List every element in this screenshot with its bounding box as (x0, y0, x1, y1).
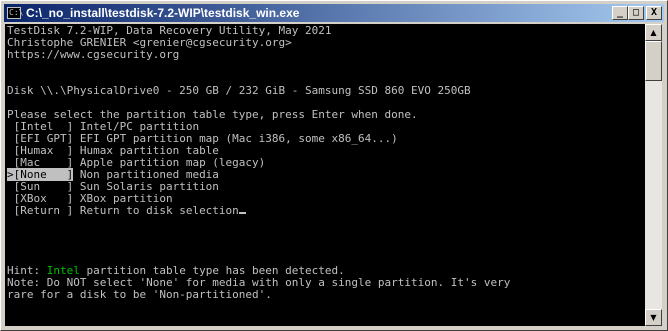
close-button[interactable]: X (646, 6, 662, 20)
minimize-button[interactable]: _ (612, 6, 628, 20)
window-title: C:\_no_install\testdisk-7.2-WIP\testdisk… (26, 6, 300, 20)
text-cursor (238, 212, 246, 214)
console-window: C:\ C:\_no_install\testdisk-7.2-WIP\test… (0, 0, 668, 331)
option-return[interactable]: [Return ] Return to disk selection (7, 205, 645, 217)
maximize-button[interactable]: □ (628, 6, 644, 20)
option-key: [Return ] (7, 204, 74, 217)
disk-info: Disk \\.\PhysicalDrive0 - 250 GB / 232 G… (7, 84, 471, 97)
scroll-thumb[interactable] (645, 41, 662, 81)
vertical-scrollbar[interactable]: ▲ ▼ (645, 24, 662, 326)
header-line: https://www.cgsecurity.org (7, 48, 180, 61)
scroll-up-arrow-icon[interactable]: ▲ (645, 24, 662, 41)
window-controls: _ □ X (612, 6, 662, 20)
title-bar[interactable]: C:\ C:\_no_install\testdisk-7.2-WIP\test… (4, 4, 664, 22)
option-desc: Return to disk selection (73, 204, 239, 217)
console-app-icon[interactable]: C:\ (7, 7, 23, 19)
console-output[interactable]: TestDisk 7.2-WIP, Data Recovery Utility,… (5, 24, 645, 326)
scroll-down-arrow-icon[interactable]: ▼ (645, 309, 662, 326)
note-line: rare for a disk to be 'Non-partitioned'. (7, 288, 272, 301)
